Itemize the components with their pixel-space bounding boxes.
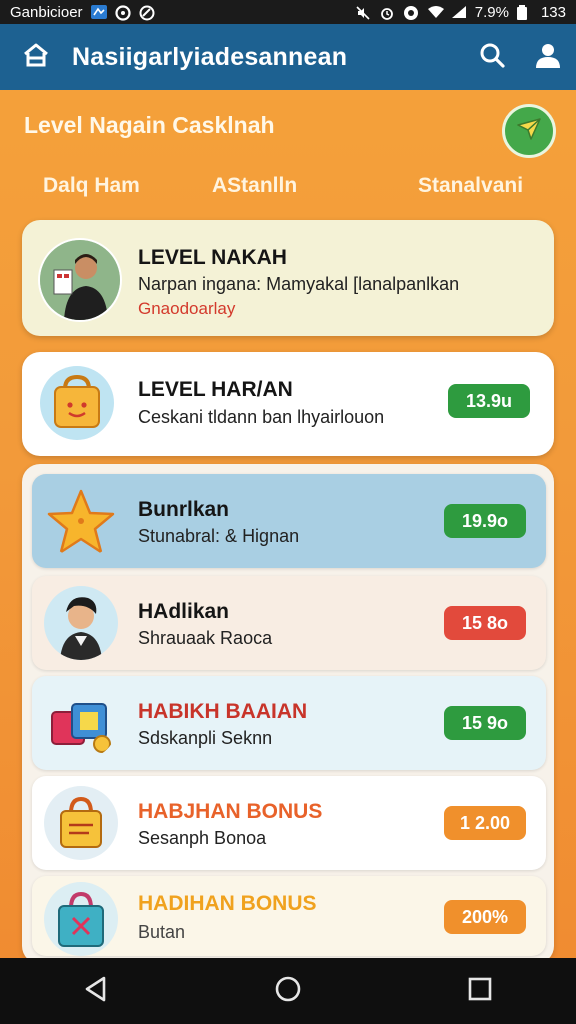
data-saver-icon bbox=[403, 5, 419, 20]
app-notification-icon bbox=[90, 5, 107, 19]
lock-bag-icon bbox=[44, 786, 118, 860]
system-nav-bar bbox=[0, 958, 576, 1024]
search-button[interactable] bbox=[464, 24, 520, 90]
list-item[interactable]: HABJHAN BONUS Sesanph Bonoa 1 2.00 bbox=[32, 776, 546, 870]
alarm-icon bbox=[379, 5, 395, 20]
search-icon bbox=[479, 42, 505, 73]
gift-box-icon bbox=[44, 686, 118, 760]
send-icon bbox=[516, 117, 542, 146]
tab-special[interactable]: Stanalvani bbox=[418, 174, 523, 198]
signal-icon bbox=[451, 5, 467, 19]
back-button[interactable] bbox=[66, 961, 126, 1021]
home-nav-button[interactable] bbox=[258, 961, 318, 1021]
user-icon bbox=[534, 41, 562, 74]
wifi-icon bbox=[427, 5, 444, 19]
sync-notification-icon bbox=[114, 5, 131, 21]
profile-card[interactable]: LEVEL NAKAH Narpan ingana: Mamyakal [lan… bbox=[22, 220, 554, 336]
list-item-title: HABIKH BAAIAN bbox=[138, 700, 308, 723]
list-item[interactable]: HAdlikan Shrauaak Raoca 15 8o bbox=[32, 576, 546, 670]
home-icon bbox=[22, 42, 50, 73]
level-card-badge[interactable]: 13.9u bbox=[448, 384, 530, 418]
person-avatar-icon bbox=[44, 586, 118, 660]
level-card-title: LEVEL HAR/AN bbox=[138, 378, 293, 401]
list-item-subtitle: Shrauaak Raoca bbox=[138, 628, 273, 648]
list-item[interactable]: HABIKH BAAIAN Sdskanpli Seknn 15 9o bbox=[32, 676, 546, 770]
bag-icon bbox=[40, 366, 114, 440]
list-item-subtitle: Sdskanpli Seknn bbox=[138, 728, 273, 748]
recents-button[interactable] bbox=[450, 961, 510, 1021]
mute-icon bbox=[355, 5, 371, 20]
list-item-badge[interactable]: 200% bbox=[444, 900, 526, 934]
tab-bar: Dalq Ham AStanlln Stanalvani bbox=[0, 174, 576, 206]
list-item-subtitle: Sesanph Bonoa bbox=[138, 828, 267, 848]
shopping-bag-icon bbox=[44, 882, 118, 956]
list-item[interactable]: HADIHAN BONUS Butan 200% bbox=[32, 876, 546, 956]
reward-list: Bunrlkan Stunabral: & Hignan 19.9o HAdli… bbox=[22, 464, 554, 964]
back-icon bbox=[84, 976, 108, 1007]
page-title: Level Nagain Casklnah bbox=[24, 112, 275, 138]
home-circle-icon bbox=[274, 975, 302, 1008]
level-card[interactable]: LEVEL HAR/AN Ceskani tldann ban lhyairlo… bbox=[22, 352, 554, 456]
list-item-title: Bunrlkan bbox=[138, 498, 230, 521]
link-notification-icon bbox=[139, 5, 155, 21]
recents-icon bbox=[468, 977, 492, 1006]
list-item-title: HADIHAN BONUS bbox=[138, 892, 317, 915]
app-title: Nasiigarlyiadesannean bbox=[72, 42, 348, 71]
list-item-title: HAdlikan bbox=[138, 600, 230, 623]
status-bar: Ganbicioer 7.9% 133 bbox=[0, 0, 576, 24]
list-item-subtitle: Stunabral: & Hignan bbox=[138, 526, 300, 546]
avatar bbox=[38, 238, 122, 322]
profile-card-title: LEVEL NAKAH bbox=[138, 246, 287, 269]
profile-card-note: Gnaodoarlay bbox=[138, 299, 236, 318]
level-card-subtitle: Ceskani tldann ban lhyairlouon bbox=[138, 407, 385, 427]
send-button[interactable] bbox=[502, 104, 556, 158]
battery-percent: 7.9% bbox=[474, 3, 509, 21]
list-item-badge[interactable]: 15 8o bbox=[444, 606, 526, 640]
tab-standard[interactable]: AStanlln bbox=[212, 174, 297, 198]
list-item-badge[interactable]: 1 2.00 bbox=[444, 806, 526, 840]
carrier-text: Ganbicioer bbox=[10, 3, 83, 21]
list-item-title: HABJHAN BONUS bbox=[138, 800, 323, 823]
list-item-badge[interactable]: 19.9o bbox=[444, 504, 526, 538]
app-bar: Nasiigarlyiadesannean bbox=[0, 24, 576, 90]
list-item-subtitle: Butan bbox=[138, 922, 186, 942]
star-icon bbox=[44, 484, 118, 558]
list-item-badge[interactable]: 15 9o bbox=[444, 706, 526, 740]
battery-icon bbox=[516, 5, 533, 20]
tab-daily[interactable]: Dalq Ham bbox=[43, 174, 140, 198]
list-item[interactable]: Bunrlkan Stunabral: & Hignan 19.9o bbox=[32, 474, 546, 568]
home-button[interactable] bbox=[0, 24, 72, 90]
profile-card-subtitle: Narpan ingana: Mamyakal [lanalpanlkan bbox=[138, 274, 460, 294]
profile-button[interactable] bbox=[520, 24, 576, 90]
clock: 133 bbox=[540, 3, 566, 21]
